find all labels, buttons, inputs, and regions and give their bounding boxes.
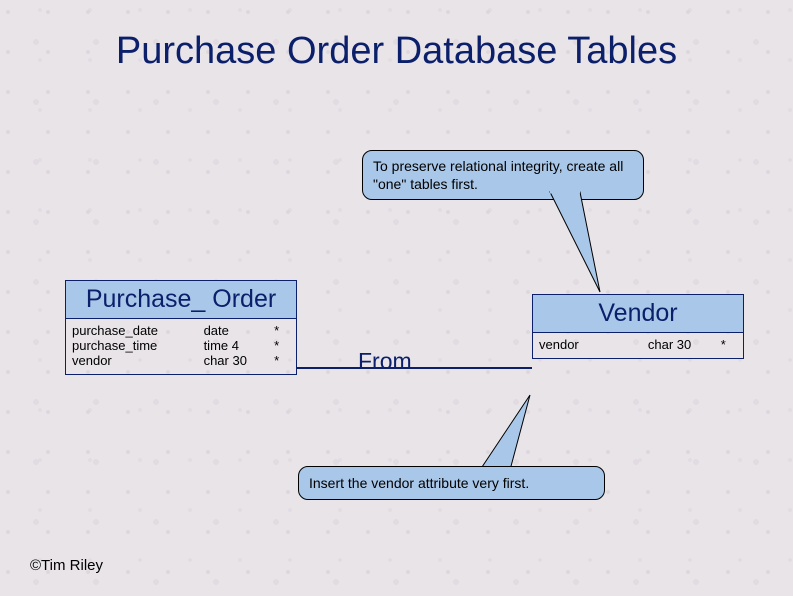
attr-type: time 4	[204, 338, 275, 353]
attr-flag: *	[274, 353, 290, 368]
attr-flag: *	[721, 337, 737, 352]
relationship-line	[297, 367, 532, 369]
attr-flag: *	[274, 338, 290, 353]
attr-name: purchase_date	[72, 323, 204, 338]
attr-flag: *	[274, 323, 290, 338]
callout-insert-vendor: Insert the vendor attribute very first.	[298, 466, 605, 500]
attr-type: char 30	[648, 337, 721, 352]
relationship-label: From	[358, 348, 412, 375]
table-row: vendor char 30 *	[539, 337, 737, 352]
entity-purchase-order: Purchase_ Order purchase_date date * pur…	[65, 280, 297, 375]
attr-name: vendor	[539, 337, 648, 352]
table-row: vendor char 30 *	[72, 353, 290, 368]
attr-type: char 30	[204, 353, 275, 368]
attr-type: date	[204, 323, 275, 338]
entity-purchase-order-header: Purchase_ Order	[66, 281, 296, 319]
footer-copyright: ©Tim Riley	[30, 557, 103, 574]
entity-purchase-order-body: purchase_date date * purchase_time time …	[66, 319, 296, 374]
page-title: Purchase Order Database Tables	[0, 30, 793, 73]
attr-name: vendor	[72, 353, 204, 368]
callout-top-pointer	[540, 192, 620, 302]
entity-vendor-header: Vendor	[533, 295, 743, 333]
callout-bottom-pointer	[480, 395, 560, 475]
attr-name: purchase_time	[72, 338, 204, 353]
entity-vendor-body: vendor char 30 *	[533, 333, 743, 358]
table-row: purchase_time time 4 *	[72, 338, 290, 353]
table-row: purchase_date date *	[72, 323, 290, 338]
entity-vendor: Vendor vendor char 30 *	[532, 294, 744, 359]
